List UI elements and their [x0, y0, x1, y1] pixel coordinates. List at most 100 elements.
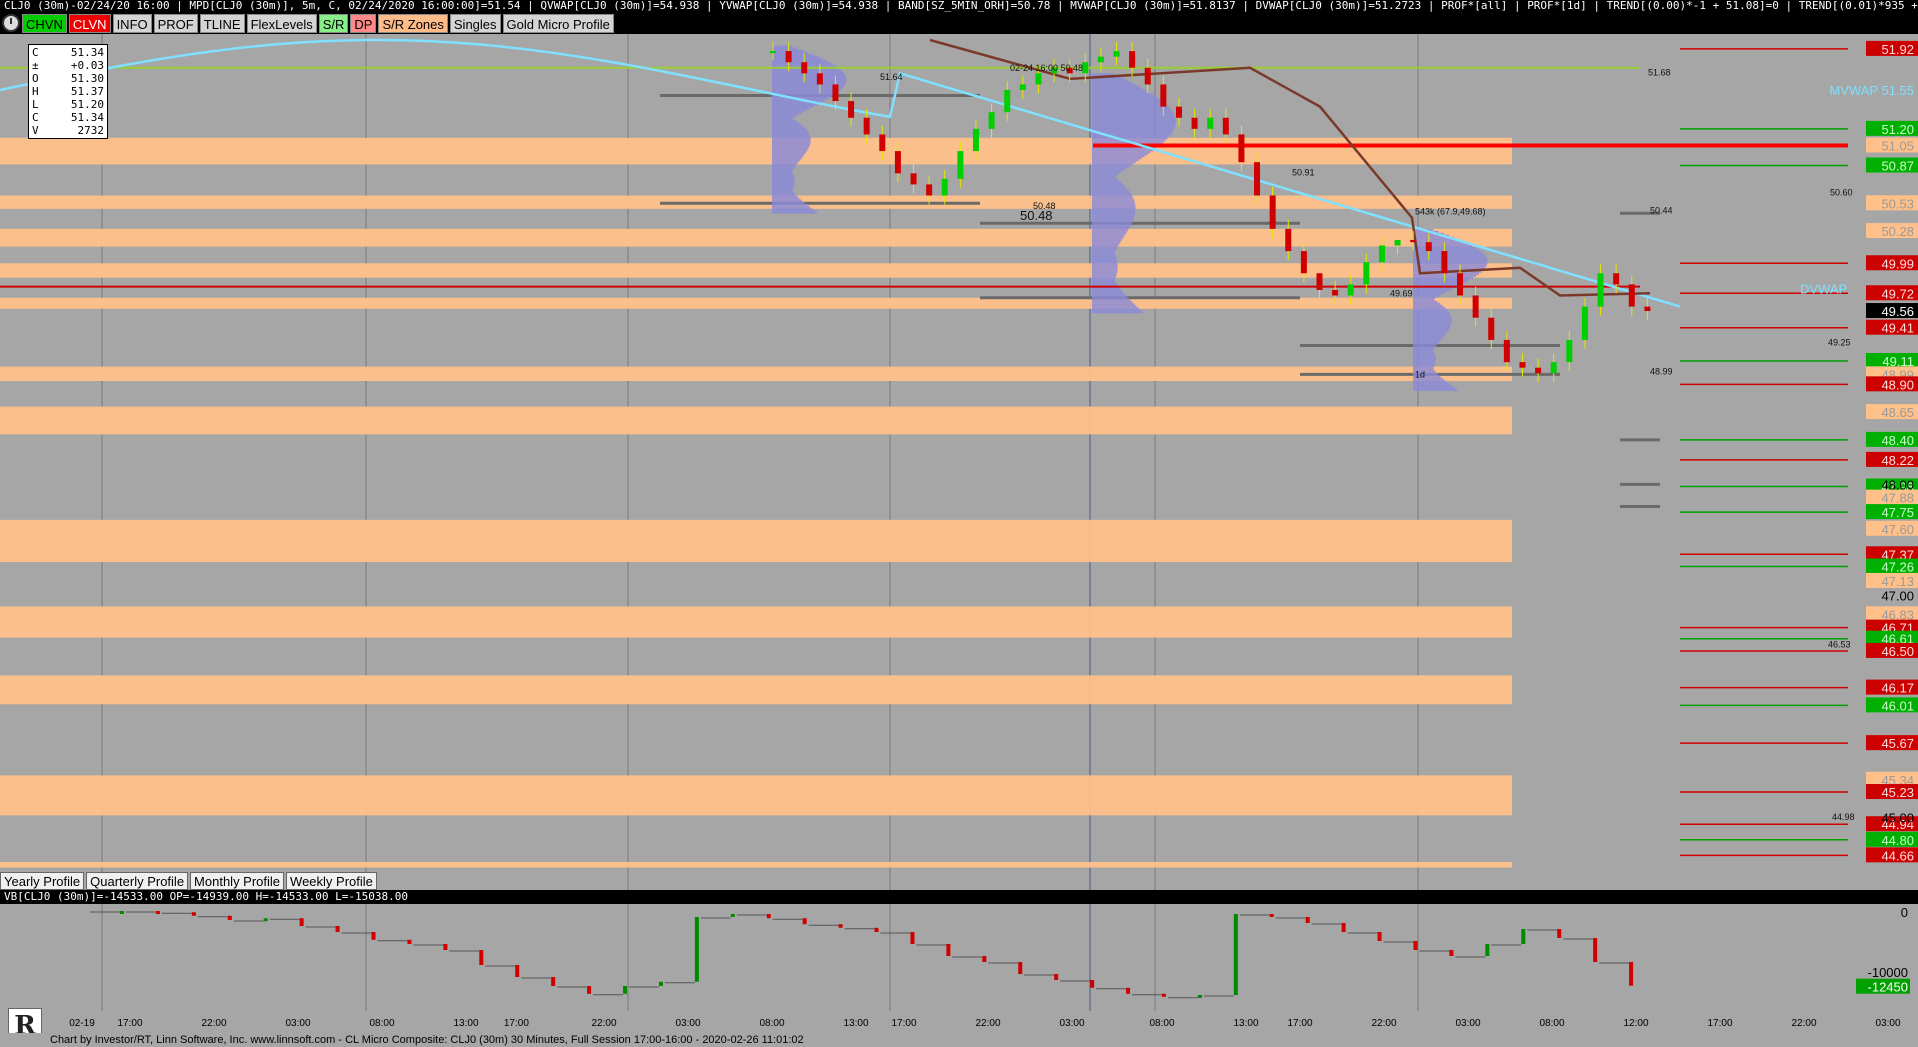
toolbar-button-singles[interactable]: Singles [449, 13, 501, 33]
profile-bar [1413, 258, 1488, 261]
vb-bar [658, 981, 663, 986]
price-chart[interactable]: 51.92 MVWAP 51.55 51.20 51.05 50.87 50.53 50.2… [0, 34, 1918, 890]
profile-bar [772, 165, 795, 168]
profile-bar [1092, 217, 1134, 220]
ohlc-key: C [32, 46, 39, 59]
profile-bar [1092, 223, 1132, 226]
profile-bar [1092, 277, 1116, 280]
profile-bar [1413, 300, 1438, 303]
profile-bar [772, 197, 800, 200]
profile-bar [1092, 287, 1120, 290]
profile-bar [1092, 303, 1135, 306]
profile-bar [1413, 382, 1450, 385]
profile-bar [1413, 342, 1438, 345]
price-label: 46.01 [1881, 698, 1914, 713]
profile-bar [1092, 193, 1132, 196]
ohlc-key: H [32, 85, 39, 98]
sr-zone [0, 519, 1512, 563]
vb-bar [299, 918, 304, 926]
toolbar-button-gold-micro-profile[interactable]: Gold Micro Profile [502, 13, 614, 33]
time-tick-label: 17:00 [1707, 1018, 1732, 1029]
time-tick-label: 03:00 [285, 1018, 310, 1029]
toolbar-button-info[interactable]: INFO [112, 13, 152, 33]
profile-bar [1413, 290, 1447, 293]
vb-bar [1269, 914, 1274, 917]
axis-tick-label: 45.00 [1881, 811, 1914, 826]
clock-icon[interactable] [2, 14, 20, 32]
profile-bar [1092, 229, 1128, 232]
profile-bar [772, 203, 807, 206]
toolbar-button-chvn[interactable]: CHVN [22, 13, 67, 33]
profile-bar [1092, 255, 1116, 258]
ohlc-value: 51.37 [70, 85, 104, 98]
profile-bar [1092, 311, 1143, 314]
profile-bar [772, 73, 846, 76]
profile-bar [772, 135, 811, 138]
toolbar-button-s-r-zones[interactable]: S/R Zones [378, 13, 448, 33]
candle-body [1597, 273, 1604, 307]
tab-weekly-profile[interactable]: Weekly Profile [286, 872, 377, 890]
toolbar-button-clvn[interactable]: CLVN [68, 13, 111, 33]
chart-annotation: DVWAP [1800, 281, 1847, 296]
vb-bar [1557, 929, 1562, 938]
profile-bar [772, 59, 827, 62]
price-label: 44.80 [1881, 833, 1914, 848]
profile-bar [1092, 307, 1139, 310]
vb-axis-label: -10000 [1868, 965, 1908, 980]
vb-bar [1341, 923, 1346, 932]
profile-bar [1092, 111, 1174, 114]
price-label: 48.90 [1881, 377, 1914, 392]
toolbar-button-dp[interactable]: DP [350, 13, 377, 33]
profile-bar [1092, 85, 1139, 88]
profile-bar [772, 195, 798, 198]
price-label: 46.17 [1881, 681, 1914, 696]
profile-bar [1092, 159, 1139, 162]
toolbar-button-prof[interactable]: PROF [153, 13, 198, 33]
candle-body [1550, 362, 1557, 374]
chart-footer: Chart by Investor/RT, Linn Software, Inc… [0, 1033, 1918, 1047]
vb-bar [443, 944, 448, 950]
chart-annotation: 51.64 [880, 72, 903, 82]
profile-bar [1092, 275, 1116, 278]
profile-bar [1092, 123, 1176, 126]
vb-bar [1090, 980, 1095, 988]
time-tick-label: 13:00 [843, 1018, 868, 1029]
toolbar-button-s-r[interactable]: S/R [318, 13, 349, 33]
tab-quarterly-profile[interactable]: Quarterly Profile [86, 872, 189, 890]
profile-bar [772, 209, 815, 212]
profile-bar [1092, 243, 1120, 246]
tab-monthly-profile[interactable]: Monthly Profile [190, 872, 285, 890]
tab-yearly-profile[interactable]: Yearly Profile [0, 872, 85, 890]
time-tick-label: 03:00 [1875, 1018, 1900, 1029]
profile-bar [1092, 225, 1131, 228]
profile-bar [1413, 338, 1441, 341]
profile-bar [1092, 283, 1117, 286]
profile-bar [772, 207, 812, 210]
profile-bar [1413, 314, 1451, 317]
price-label: 51.92 [1881, 42, 1914, 57]
profile-bar [1413, 318, 1452, 321]
price-label: 51.20 [1881, 122, 1914, 137]
indicator-header: CLJ0 (30m)-02/24/20 16:00 | MPD[CLJ0 (30… [0, 0, 1918, 12]
toolbar-button-tline[interactable]: TLINE [199, 13, 245, 33]
vb-bar [1629, 962, 1634, 986]
profile-bar [1413, 260, 1488, 263]
profile-bar [1413, 366, 1434, 369]
profile-bar [1092, 221, 1133, 224]
profile-bar [1092, 137, 1168, 140]
candle-body [1472, 295, 1479, 318]
volume-balance-chart[interactable]: 0 -10000 -12450 [0, 904, 1918, 1011]
profile-bar [1092, 237, 1123, 240]
ohlc-row: V 2732 [32, 124, 104, 137]
profile-bar [1092, 293, 1125, 296]
chart-toolbar: CHVN CLVN INFO PROF TLINE FlexLevels S/R DP S/R … [0, 12, 614, 34]
profile-bar [772, 89, 840, 92]
profile-bar [772, 171, 793, 174]
time-tick-label: 22:00 [975, 1018, 1000, 1029]
profile-bar [1092, 231, 1127, 234]
profile-bar [1413, 310, 1449, 313]
profile-bar [1092, 171, 1121, 174]
volume-balance-svg: 0 -10000-12450 [90, 904, 1910, 1011]
profile-bar [1092, 173, 1119, 176]
toolbar-button-flexlevels[interactable]: FlexLevels [246, 13, 317, 33]
